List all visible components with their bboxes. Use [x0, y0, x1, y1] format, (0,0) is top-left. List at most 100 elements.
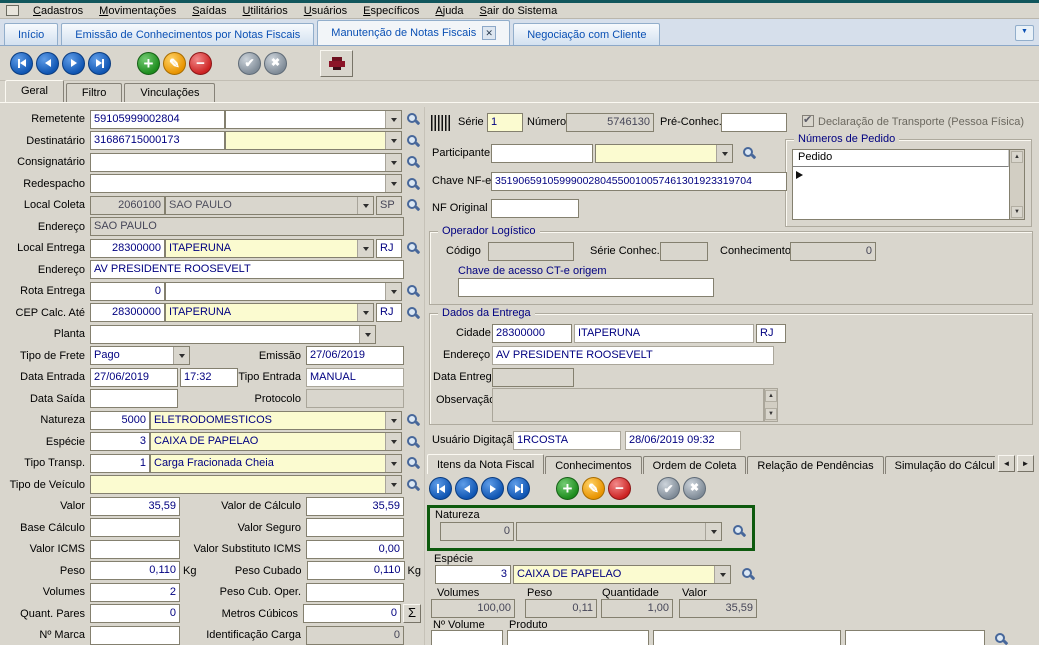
cep-calc-code-input[interactable]: 28300000	[90, 303, 165, 322]
item-especie-code-input[interactable]: 3	[435, 565, 511, 584]
base-calculo-input[interactable]	[90, 518, 180, 537]
data-entrada-time-input[interactable]: 17:32	[180, 368, 238, 387]
local-entrega-combo[interactable]: ITAPERUNA	[165, 239, 374, 258]
valor-seguro-input[interactable]	[306, 518, 404, 537]
volumes-input[interactable]: 2	[90, 583, 180, 602]
menu-movimentacoes[interactable]: Movimentações	[91, 5, 184, 17]
item-cancel-button[interactable]	[683, 477, 706, 500]
nav-last-button[interactable]	[88, 52, 111, 75]
nav-first-button[interactable]	[10, 52, 33, 75]
quant-pares-input[interactable]: 0	[90, 604, 180, 623]
rota-entrega-combo[interactable]	[165, 282, 402, 301]
item-insert-button[interactable]	[556, 477, 579, 500]
tab-negociacao-cliente[interactable]: Negociação com Cliente	[513, 23, 660, 45]
detail-tabs-scroll-right-button[interactable]	[1017, 455, 1034, 472]
menu-ajuda[interactable]: Ajuda	[427, 5, 471, 17]
dropdown-arrow-icon[interactable]	[385, 455, 401, 472]
redespacho-search-icon[interactable]	[405, 176, 421, 192]
tab-emissao-conhecimentos[interactable]: Emissão de Conhecimentos por Notas Fisca…	[61, 23, 314, 45]
subtab-filtro[interactable]: Filtro	[66, 83, 122, 102]
dropdown-arrow-icon[interactable]	[385, 132, 401, 149]
emissao-input[interactable]: 27/06/2019	[306, 346, 404, 365]
local-entrega-code-input[interactable]: 28300000	[90, 239, 165, 258]
pedidos-column-header[interactable]: Pedido	[793, 150, 1009, 167]
participante-search-icon[interactable]	[741, 145, 757, 161]
tipo-transp-search-icon[interactable]	[405, 455, 421, 471]
item-nav-next-button[interactable]	[481, 477, 504, 500]
tipo-transp-code-input[interactable]: 1	[90, 454, 150, 473]
destinatario-code-input[interactable]: 31686715000173	[90, 131, 225, 150]
dropdown-arrow-icon[interactable]	[716, 145, 732, 162]
tab-close-icon[interactable]	[482, 26, 496, 40]
dropdown-arrow-icon[interactable]	[385, 412, 401, 429]
natureza-combo[interactable]: ELETRODOMESTICOS	[150, 411, 402, 430]
item-nav-last-button[interactable]	[507, 477, 530, 500]
local-entrega-uf-field[interactable]: RJ	[376, 239, 402, 258]
dropdown-arrow-icon[interactable]	[385, 283, 401, 300]
pre-conhec-input[interactable]	[721, 113, 787, 132]
valor-calculo-input[interactable]: 35,59	[306, 497, 404, 516]
dropdown-arrow-icon[interactable]	[385, 476, 401, 493]
especie-combo[interactable]: CAIXA DE PAPELAO	[150, 432, 402, 451]
remetente-search-icon[interactable]	[405, 111, 421, 127]
item-delete-button[interactable]	[608, 477, 631, 500]
dropdown-arrow-icon[interactable]	[714, 566, 730, 583]
participante-combo[interactable]	[595, 144, 733, 163]
item-edit-button[interactable]	[582, 477, 605, 500]
dropdown-arrow-icon[interactable]	[357, 240, 373, 257]
peso-cub-oper-input[interactable]	[306, 583, 404, 602]
observacao-scrollbar[interactable]	[764, 388, 778, 422]
menu-saidas[interactable]: Saídas	[184, 5, 234, 17]
tab-inicio[interactable]: Início	[4, 23, 58, 45]
dropdown-arrow-icon[interactable]	[385, 433, 401, 450]
local-coleta-search-icon[interactable]	[405, 197, 421, 213]
menu-usuarios[interactable]: Usuários	[296, 5, 355, 17]
dropdown-arrow-icon[interactable]	[357, 304, 373, 321]
especie-code-input[interactable]: 3	[90, 432, 150, 451]
tabs-overflow-button[interactable]	[1015, 25, 1034, 41]
serie-input[interactable]: 1	[487, 113, 523, 132]
natureza-code-input[interactable]: 5000	[90, 411, 150, 430]
tipo-transp-combo[interactable]: Carga Fracionada Cheia	[150, 454, 402, 473]
sum-sigma-button[interactable]: Σ	[403, 604, 421, 623]
dropdown-arrow-icon[interactable]	[385, 154, 401, 171]
confirm-button[interactable]	[238, 52, 261, 75]
delete-record-button[interactable]	[189, 52, 212, 75]
item-produto-extra-input[interactable]	[845, 630, 985, 645]
scroll-up-icon[interactable]	[1011, 151, 1023, 163]
dropdown-arrow-icon[interactable]	[385, 111, 401, 128]
item-nav-first-button[interactable]	[429, 477, 452, 500]
tipo-frete-combo[interactable]: Pago	[90, 346, 190, 365]
cep-calc-search-icon[interactable]	[405, 305, 421, 321]
rota-entrega-search-icon[interactable]	[405, 283, 421, 299]
detail-tab-ordem-coleta[interactable]: Ordem de Coleta	[643, 456, 747, 474]
destinatario-search-icon[interactable]	[405, 133, 421, 149]
pedidos-scrollbar[interactable]	[1009, 150, 1024, 219]
detail-tab-simulacao-calculo-frete[interactable]: Simulação do Cálculo do Fret	[885, 456, 995, 474]
metros-cubicos-input[interactable]: 0	[303, 604, 401, 623]
endereco-entrega-input[interactable]: AV PRESIDENTE ROOSEVELT	[90, 260, 404, 279]
item-especie-search-icon[interactable]	[740, 566, 756, 582]
declaracao-checkbox[interactable]	[802, 115, 814, 127]
item-nav-prior-button[interactable]	[455, 477, 478, 500]
item-produto-code-input[interactable]	[507, 630, 649, 645]
especie-search-icon[interactable]	[405, 434, 421, 450]
pedidos-grid-body[interactable]	[793, 167, 1009, 219]
menu-sair[interactable]: Sair do Sistema	[472, 5, 566, 17]
menu-utilitarios[interactable]: Utilitários	[234, 5, 295, 17]
data-saida-input[interactable]	[90, 389, 178, 408]
planta-combo[interactable]	[90, 325, 376, 344]
data-entrada-date-input[interactable]: 27/06/2019	[90, 368, 178, 387]
remetente-combo[interactable]	[225, 110, 402, 129]
nav-prior-button[interactable]	[36, 52, 59, 75]
participante-code-input[interactable]	[491, 144, 593, 163]
item-num-volume-input[interactable]	[431, 630, 503, 645]
nav-next-button[interactable]	[62, 52, 85, 75]
menu-especificos[interactable]: Específicos	[355, 5, 427, 17]
chave-nfe-input[interactable]: 3519065910599900280455001005746130192331…	[491, 172, 787, 191]
operador-chave-input[interactable]	[458, 278, 714, 297]
cep-calc-uf-field[interactable]: RJ	[376, 303, 402, 322]
pedidos-grid[interactable]: Pedido	[792, 149, 1025, 220]
cancel-button[interactable]	[264, 52, 287, 75]
item-produto-desc-input[interactable]	[653, 630, 841, 645]
